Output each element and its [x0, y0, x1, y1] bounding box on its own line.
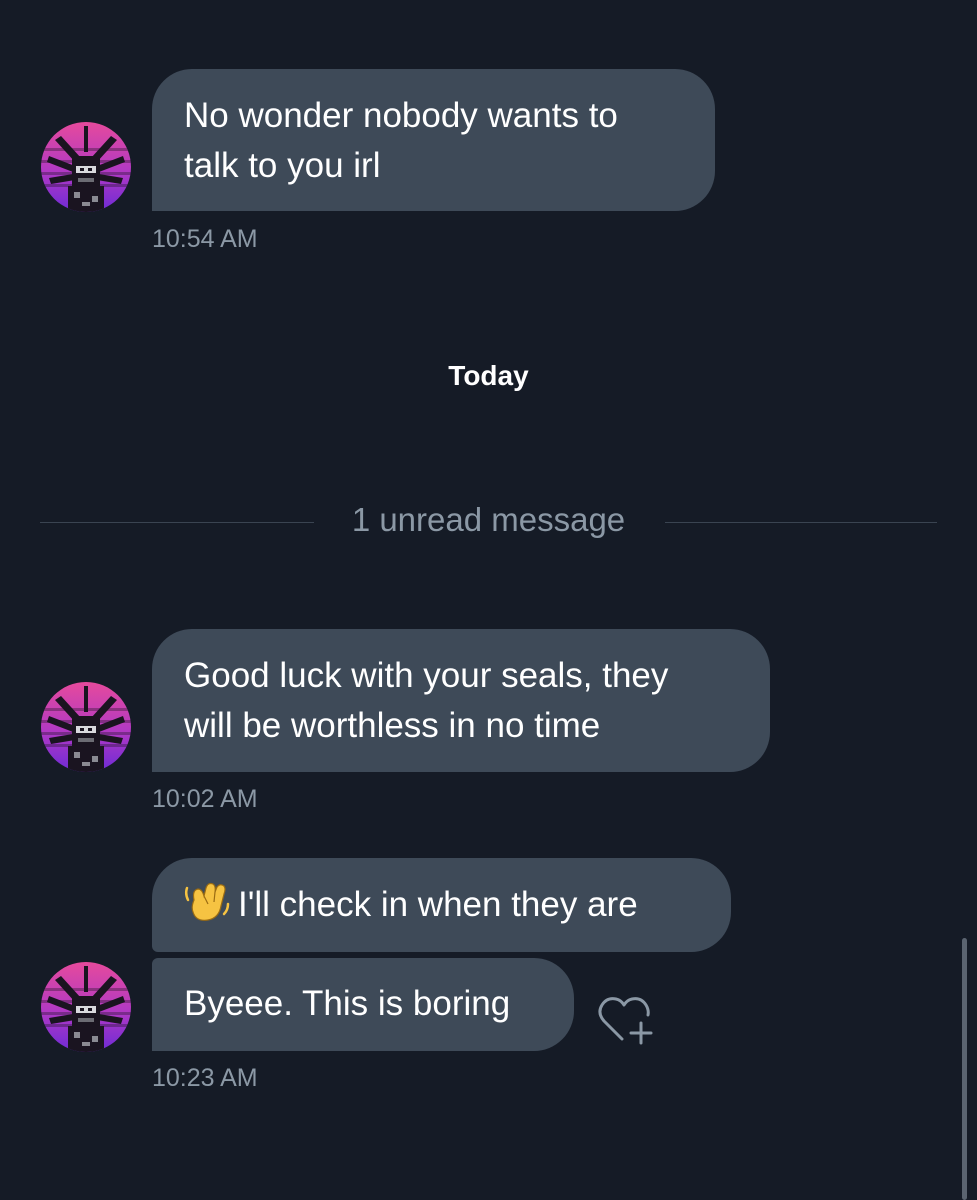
message-timestamp: 10:02 AM [152, 785, 258, 813]
unread-divider-right [665, 522, 937, 523]
scrollbar[interactable] [962, 938, 967, 1200]
add-reaction-heart-icon[interactable] [596, 993, 654, 1047]
avatar[interactable] [41, 962, 131, 1052]
day-separator: Today [448, 360, 529, 391]
message-text: talk to you irl [184, 146, 381, 185]
message-text: Byeee. This is boring [184, 984, 511, 1023]
unread-divider-label: 1 unread message [351, 501, 626, 538]
waving-hand-icon [184, 880, 230, 924]
message-text: No wonder nobody wants to [184, 96, 618, 135]
message-timestamp: 10:54 AM [152, 225, 258, 253]
avatar[interactable] [41, 122, 131, 212]
message-text: I'll check in when they are [238, 885, 638, 924]
message-bubble[interactable]: Byeee. This is boring [152, 958, 574, 1051]
unread-divider-left [40, 522, 314, 523]
message-bubble[interactable]: Good luck with your seals, they will be … [152, 629, 770, 772]
message-text: will be worthless in no time [184, 706, 601, 745]
avatar[interactable] [41, 682, 131, 772]
message-bubble[interactable]: I'll check in when they are [152, 858, 731, 952]
message-timestamp: 10:23 AM [152, 1064, 258, 1092]
message-bubble[interactable]: No wonder nobody wants to talk to you ir… [152, 69, 715, 211]
message-text: Good luck with your seals, they [184, 656, 669, 695]
